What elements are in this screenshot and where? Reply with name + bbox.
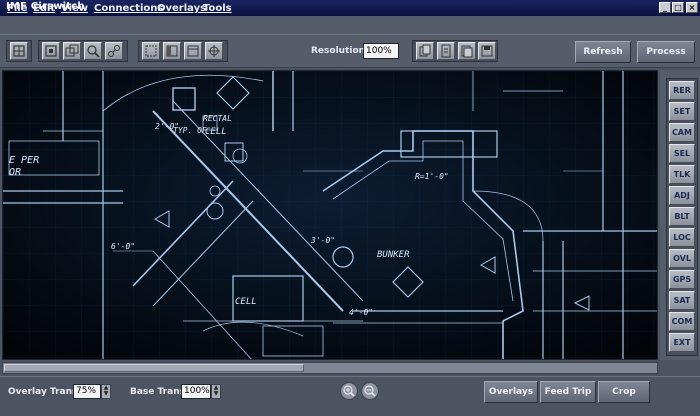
side-button-gps[interactable]: GPS bbox=[669, 270, 695, 289]
blueprint-label: 2'-0" bbox=[155, 122, 179, 131]
base-trans-label: Base Trans bbox=[130, 387, 185, 397]
blueprint-label: 6'-0" bbox=[111, 242, 135, 251]
side-button-ext[interactable]: EXT bbox=[669, 333, 695, 352]
refresh-button[interactable]: Refresh bbox=[575, 41, 631, 63]
resolution-input[interactable]: 100% bbox=[363, 43, 399, 59]
doc-stack-icon[interactable] bbox=[458, 42, 476, 60]
save-doc-icon[interactable] bbox=[478, 42, 496, 60]
blueprint-label: RECTAL bbox=[203, 114, 232, 123]
menu-overlays[interactable]: Overlays bbox=[157, 3, 206, 14]
select-tool-icon[interactable] bbox=[142, 42, 160, 60]
copy-doc-icon[interactable] bbox=[416, 42, 434, 60]
overlay-trans-input[interactable]: 75% bbox=[73, 384, 101, 399]
menu-connections[interactable]: Connections bbox=[94, 3, 163, 14]
side-button-ovl[interactable]: OVL bbox=[669, 249, 695, 268]
resolution-label: Resolution bbox=[311, 46, 366, 56]
menu-tools[interactable]: Tools bbox=[203, 3, 232, 14]
menu-view[interactable]: View bbox=[61, 3, 88, 14]
blueprint-label: R=1'-0" bbox=[415, 172, 449, 181]
close-icon[interactable]: × bbox=[686, 2, 698, 13]
link-tool-icon[interactable] bbox=[105, 42, 123, 60]
menu-edit[interactable]: Edit bbox=[33, 3, 55, 14]
base-trans-input[interactable]: 100% bbox=[181, 384, 211, 399]
grid-tool-icon[interactable] bbox=[10, 42, 28, 60]
doc-icon[interactable] bbox=[437, 42, 455, 60]
blueprint-label: BUNKER bbox=[377, 250, 410, 260]
side-button-loc[interactable]: LOC bbox=[669, 228, 695, 247]
menu-file[interactable]: File bbox=[7, 3, 27, 14]
blueprint-canvas: RECTAL TYP. OF CELL 2'-0" 3'-0" 6'-0" BU… bbox=[3, 71, 657, 359]
zoom-in-icon[interactable] bbox=[340, 382, 358, 400]
blueprint-label: CELL bbox=[235, 297, 257, 307]
overlay-trans-label: Overlay Trans bbox=[8, 387, 78, 397]
blueprint-label: 3'-0" bbox=[310, 236, 335, 245]
crosshair-tool-icon[interactable] bbox=[205, 42, 223, 60]
side-button-blt[interactable]: BLT bbox=[669, 207, 695, 226]
side-button-rer[interactable]: RER bbox=[669, 81, 695, 100]
side-button-adj[interactable]: ADJ bbox=[669, 186, 695, 205]
side-button-tlk[interactable]: TLK bbox=[669, 165, 695, 184]
blueprint-label: E PER bbox=[9, 155, 39, 166]
side-button-cam[interactable]: CAM bbox=[669, 123, 695, 142]
blueprint-label: CELL bbox=[205, 127, 227, 137]
blueprint-label: 4'-0" bbox=[349, 308, 373, 317]
process-button[interactable]: Process bbox=[637, 41, 695, 63]
maximize-icon[interactable]: □ bbox=[672, 2, 684, 13]
blueprint-viewport[interactable]: RECTAL TYP. OF CELL 2'-0" 3'-0" 6'-0" BU… bbox=[2, 70, 658, 360]
side-button-sat[interactable]: SAT bbox=[669, 291, 695, 310]
menu-bar bbox=[0, 16, 700, 34]
magnify-tool-icon[interactable] bbox=[84, 42, 102, 60]
side-button-com[interactable]: COM bbox=[669, 312, 695, 331]
side-button-set[interactable]: SET bbox=[669, 102, 695, 121]
frame-tool-icon[interactable] bbox=[42, 42, 60, 60]
feed-trip-button[interactable]: Feed Trip bbox=[540, 381, 596, 403]
crop-button[interactable]: Crop bbox=[598, 381, 650, 403]
base-trans-stepper[interactable]: ▲ ▼ bbox=[211, 384, 221, 399]
blueprint-label: OR bbox=[9, 167, 21, 178]
minimize-icon[interactable]: _ bbox=[659, 2, 671, 13]
layers-tool-icon[interactable] bbox=[63, 42, 81, 60]
panel-tool-icon[interactable] bbox=[163, 42, 181, 60]
window-tool-icon[interactable] bbox=[184, 42, 202, 60]
zoom-out-icon[interactable] bbox=[361, 382, 379, 400]
side-button-sel[interactable]: SEL bbox=[669, 144, 695, 163]
overlay-trans-stepper[interactable]: ▲ ▼ bbox=[101, 384, 111, 399]
overlays-button[interactable]: Overlays bbox=[484, 381, 538, 403]
scrollbar-thumb[interactable] bbox=[4, 364, 304, 372]
